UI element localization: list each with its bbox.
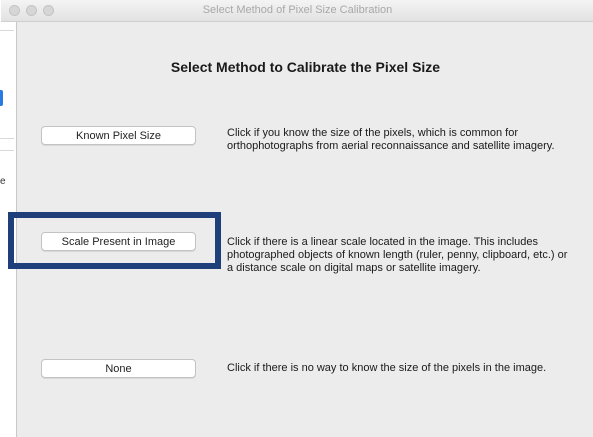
scale-present-in-image-description: Click if there is a linear scale located… [227,236,568,274]
background-divider [0,150,14,151]
background-window-edge: e [0,0,16,437]
title-bar[interactable]: Select Method of Pixel Size Calibration [1,0,593,22]
none-button[interactable]: None [41,359,196,378]
known-pixel-size-description: Click if you know the size of the pixels… [227,127,555,152]
background-divider [0,30,14,31]
known-pixel-size-button[interactable]: Known Pixel Size [41,126,196,145]
screen: e Select Method of Pixel Size Calibratio… [0,0,593,437]
background-partial-text: e [0,176,6,187]
window-title: Select Method of Pixel Size Calibration [202,4,393,16]
none-description: Click if there is no way to know the siz… [227,362,547,374]
background-focus-indicator [0,90,3,106]
calibration-dialog: Select Method of Pixel Size Calibration … [1,0,593,437]
scale-present-in-image-button[interactable]: Scale Present in Image [41,232,196,251]
dialog-heading: Select Method to Calibrate the Pixel Siz… [170,59,441,75]
background-divider [0,138,14,139]
